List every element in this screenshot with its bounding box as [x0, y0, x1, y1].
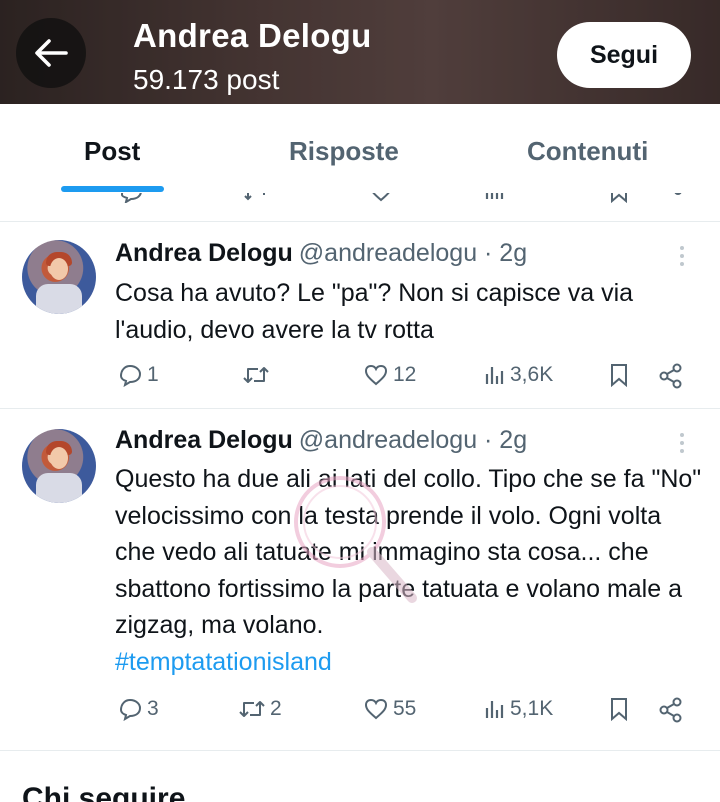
reply-button[interactable]: 1 [117, 363, 159, 387]
reply-count: 3 [147, 697, 159, 720]
like-button[interactable]: 12 [363, 363, 416, 387]
tweet-actions: 1 12 3,6K [0, 363, 720, 393]
previous-tweet-actions [0, 193, 720, 205]
like-button[interactable]: 55 [363, 697, 416, 721]
profile-header: Andrea Delogu 59.173 post Segui [0, 0, 720, 104]
like-count: 55 [393, 697, 417, 720]
views-count: 3,6K [510, 363, 554, 386]
reply-icon [120, 193, 142, 203]
bookmark-icon [611, 193, 627, 203]
tweet-body: Questo ha due ali ai lati del collo. Tip… [115, 465, 702, 639]
share-icon [659, 697, 682, 723]
reply-icon [119, 364, 142, 387]
bookmark-button[interactable] [608, 363, 630, 387]
retweet-icon [243, 367, 269, 383]
author-name[interactable]: Andrea Delogu [115, 239, 293, 267]
retweet-count: 2 [270, 697, 282, 720]
tab-contenuti[interactable]: Contenuti [527, 136, 648, 167]
bookmark-icon [611, 364, 627, 387]
like-count: 12 [393, 363, 417, 386]
tweet[interactable]: Andrea Delogu @andreadelogu · 2g Questo h… [0, 409, 720, 749]
views-count: 5,1K [510, 697, 554, 720]
retweet-icon [239, 701, 265, 717]
profile-name: Andrea Delogu [133, 17, 372, 54]
tweet-author-line: Andrea Delogu @andreadelogu · 2g [115, 426, 527, 455]
tweet-actions: 3 2 55 5,1K [0, 697, 720, 727]
active-tab-indicator [61, 186, 164, 192]
divider [0, 750, 720, 751]
bookmark-button[interactable] [608, 697, 630, 721]
heart-icon [372, 193, 390, 202]
reply-icon [119, 698, 142, 721]
more-options-icon[interactable] [680, 433, 686, 457]
views-button[interactable]: 3,6K [484, 363, 553, 387]
share-icon [659, 363, 682, 389]
bookmark-icon [611, 698, 627, 721]
share-icon [674, 193, 682, 195]
tweet-text: Cosa ha avuto? Le "pa"? Non si capisce v… [115, 279, 634, 344]
avatar[interactable] [22, 429, 96, 503]
reply-button[interactable]: 3 [117, 697, 159, 721]
tweet-author-line: Andrea Delogu @andreadelogu · 2g [115, 239, 527, 268]
tab-risposte[interactable]: Risposte [289, 136, 399, 167]
heart-icon [364, 364, 388, 386]
more-options-icon[interactable] [680, 246, 686, 270]
views-icon [485, 701, 504, 718]
avatar[interactable] [22, 240, 96, 314]
back-button[interactable] [16, 18, 86, 88]
profile-tabs: Post Risposte Contenuti [0, 104, 720, 192]
retweet-button[interactable] [242, 363, 274, 387]
heart-icon [364, 698, 388, 720]
arrow-left-icon [35, 39, 68, 67]
hashtag-link[interactable]: #temptatationisland [115, 648, 332, 676]
tweet[interactable]: Andrea Delogu @andreadelogu · 2g Cosa ha … [0, 222, 720, 408]
post-count: 59.173 post [133, 64, 280, 95]
views-icon [485, 193, 504, 199]
author-handle: @andreadelogu · 2g [298, 239, 528, 267]
follow-button[interactable]: Segui [557, 22, 691, 88]
views-button[interactable]: 5,1K [484, 697, 553, 721]
who-to-follow-heading: Chi seguire [22, 782, 186, 802]
reply-count: 1 [147, 363, 159, 386]
views-icon [485, 367, 504, 384]
author-name[interactable]: Andrea Delogu [115, 426, 293, 454]
share-button[interactable] [658, 363, 684, 389]
tweet-text: Questo ha due ali ai lati del collo. Tip… [115, 461, 705, 680]
author-handle: @andreadelogu · 2g [298, 426, 528, 454]
retweet-icon [244, 193, 265, 201]
retweet-button[interactable]: 2 [238, 697, 282, 721]
share-button[interactable] [658, 697, 684, 723]
tab-post[interactable]: Post [84, 136, 140, 167]
